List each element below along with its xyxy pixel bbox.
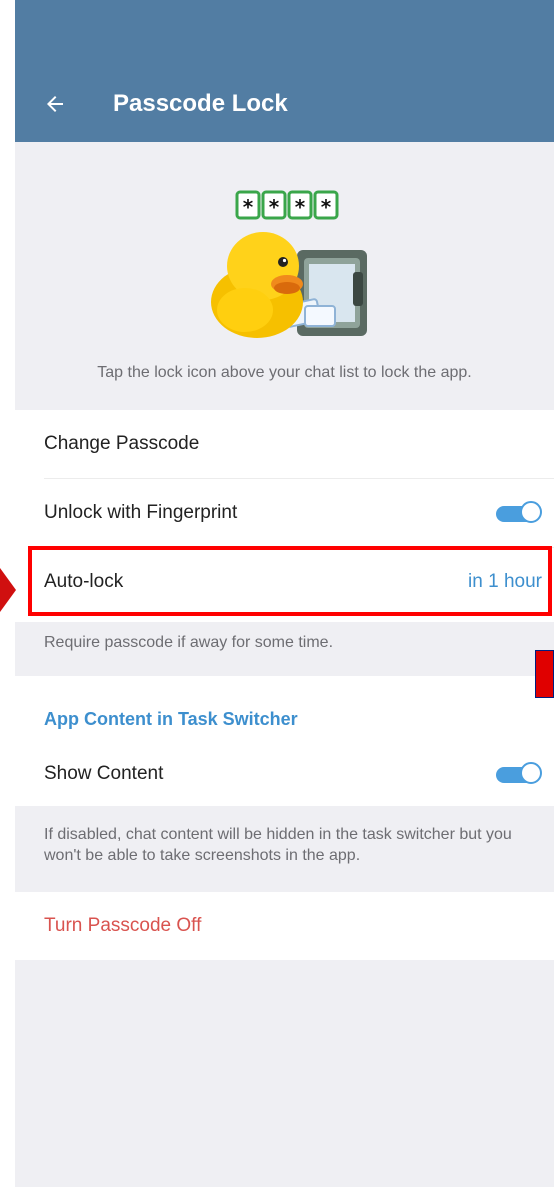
change-passcode-label: Change Passcode (44, 433, 200, 454)
svg-text:*: * (321, 195, 332, 219)
app-content-card: App Content in Task Switcher Show Conten… (15, 676, 554, 806)
change-passcode-row[interactable]: Change Passcode (15, 410, 554, 478)
page-title: Passcode Lock (113, 90, 288, 117)
highlight-box (28, 546, 552, 616)
back-button[interactable] (37, 86, 73, 122)
app-bar: Passcode Lock (15, 0, 554, 142)
passcode-boxes: * * * * (235, 190, 339, 220)
show-content-toggle[interactable] (496, 762, 542, 786)
turn-passcode-off-row[interactable]: Turn Passcode Off (15, 892, 554, 960)
turn-off-card: Turn Passcode Off (15, 892, 554, 960)
toggle-knob (520, 762, 542, 784)
fingerprint-row[interactable]: Unlock with Fingerprint (15, 479, 554, 547)
arrow-left-icon (47, 96, 63, 112)
pointer-arrow-icon (0, 568, 16, 612)
show-content-label: Show Content (44, 763, 164, 784)
red-marker (535, 650, 554, 698)
show-content-row[interactable]: Show Content (15, 742, 554, 806)
turn-passcode-off-label: Turn Passcode Off (44, 915, 202, 936)
hero-description: Tap the lock icon above your chat list t… (97, 364, 472, 381)
hero-section: * * * * Tap the lock icon above your cha… (15, 142, 554, 410)
svg-text:*: * (295, 195, 306, 219)
toggle-knob (520, 501, 542, 523)
fingerprint-toggle[interactable] (496, 501, 542, 525)
svg-text:*: * (269, 195, 280, 219)
app-content-section-title: App Content in Task Switcher (44, 709, 298, 729)
auto-lock-hint: Require passcode if away for some time. (44, 634, 334, 651)
app-content-hint: If disabled, chat content will be hidden… (44, 826, 512, 864)
duck-with-safe-illustration: * * * * (211, 190, 367, 338)
svg-text:*: * (243, 195, 254, 219)
fingerprint-label: Unlock with Fingerprint (44, 502, 238, 523)
